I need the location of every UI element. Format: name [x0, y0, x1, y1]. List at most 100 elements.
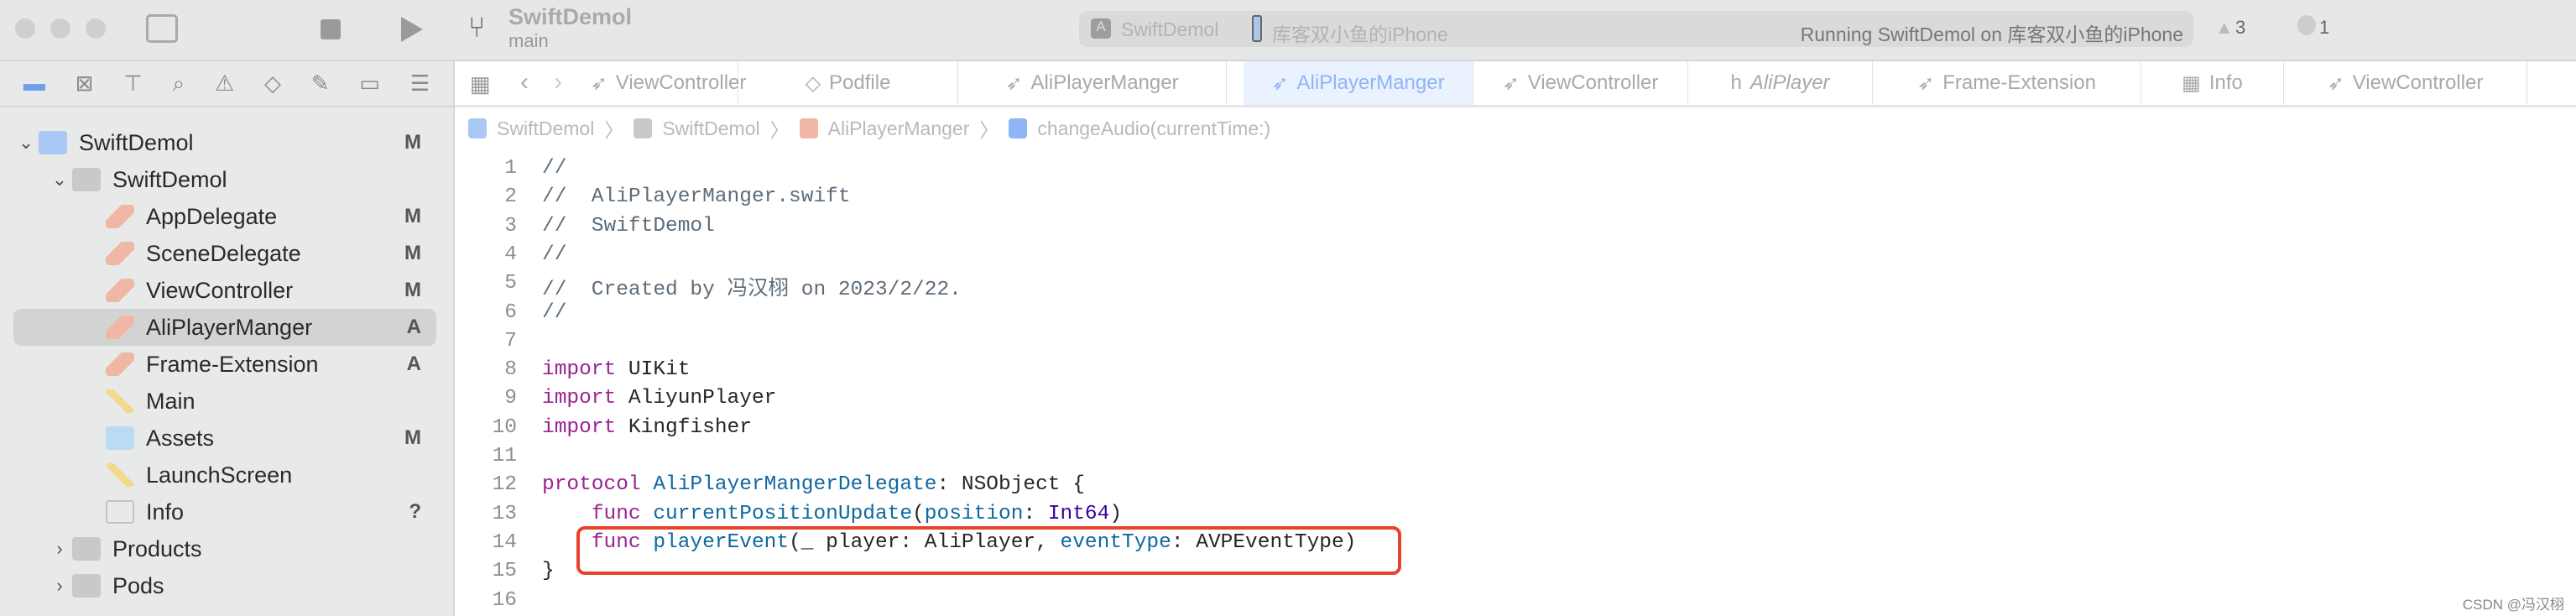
line-number: 6 [504, 300, 517, 324]
disclosure-chevron-icon[interactable]: ⌄ [47, 169, 72, 191]
disclosure-chevron-icon[interactable]: › [47, 538, 72, 560]
breadcrumb-item[interactable]: AliPlayerManger [828, 117, 970, 140]
swift-icon: ➶ [1917, 71, 1935, 95]
tab-viewcontroller[interactable]: ➶ ViewController [2284, 61, 2527, 105]
sidebar-item-products[interactable]: › Products [13, 530, 436, 567]
debug-icon[interactable]: ✎ [311, 70, 330, 97]
sidebar-item-aliplayermanger[interactable]: AliPlayerManger A [13, 309, 436, 346]
code-line[interactable]: import UIKit [542, 358, 690, 381]
test-icon[interactable]: ◇ [264, 70, 281, 97]
code-line[interactable]: // SwiftDemol [542, 215, 715, 238]
minimize-window-button[interactable] [50, 18, 70, 39]
code-line[interactable]: // [542, 243, 566, 266]
sidebar-item-swiftdemol[interactable]: ⌄ SwiftDemol [13, 161, 436, 198]
forward-button[interactable]: › [554, 68, 562, 97]
line-number: 12 [492, 473, 517, 497]
sidebar-item-frame-extension[interactable]: Frame-Extension A [13, 346, 436, 383]
sidebar-item-label: Assets [146, 425, 215, 451]
close-window-button[interactable] [15, 18, 35, 39]
line-number: 3 [504, 214, 517, 238]
tab-aliplayermanger[interactable]: ➶ AliPlayerManger [1244, 61, 1473, 105]
folder-icon[interactable]: ▬ [23, 70, 45, 97]
scheme-status-bar[interactable]: A SwiftDemol 库客双小鱼的iPhone Running SwiftD… [1079, 11, 2193, 47]
code-line[interactable]: protocol AliPlayerMangerDelegate: NSObje… [542, 473, 1085, 496]
scheme-name[interactable]: SwiftDemol [1121, 18, 1218, 41]
breakpoint-icon[interactable]: ▭ [359, 70, 380, 97]
branch-name: main [508, 30, 549, 51]
tab-label: AliPlayerManger [1296, 71, 1445, 94]
tab-aliplayermanger[interactable]: ➶ AliPlayerManger [958, 61, 1227, 105]
code-line[interactable]: } [542, 560, 555, 582]
app-icon [468, 118, 487, 138]
run-icon[interactable] [401, 17, 423, 42]
hierarchy-icon[interactable]: ⊤ [123, 70, 143, 97]
device-name[interactable]: 库客双小鱼的iPhone [1272, 18, 1448, 47]
code-line[interactable]: // [542, 157, 566, 180]
search-icon[interactable]: ⌕ [173, 70, 185, 97]
grid-icon[interactable]: ▦ [470, 71, 491, 97]
code-token: ) [1109, 502, 1123, 525]
sidebar-item-info[interactable]: Info? [13, 493, 436, 530]
sidebar-item-pods[interactable]: › Pods [13, 567, 436, 604]
status-badge: M [404, 242, 421, 264]
folder-icon [72, 537, 101, 561]
tab-info[interactable]: ▦ Info [2141, 61, 2284, 105]
ruby-icon: ◇ [805, 71, 821, 95]
breadcrumb-item[interactable]: SwiftDemol [497, 117, 594, 140]
swift-icon [106, 279, 134, 302]
swift-icon: ➶ [1005, 71, 1023, 95]
code-token: UIKit [616, 358, 691, 382]
sidebar-item-viewcontroller[interactable]: ViewController M [13, 272, 436, 309]
sidebar-item-launchscreen[interactable]: LaunchScreen [13, 457, 436, 493]
sidebar-item-label: AppDelegate [146, 203, 278, 229]
tab-label: Info [2208, 71, 2243, 94]
code-token: // Created by 冯汉栩 on 2023/2/22. [542, 279, 962, 302]
header-icon: h [1730, 71, 1742, 94]
tab-label: ViewController [2352, 71, 2484, 94]
sidebar-item-label: LaunchScreen [146, 462, 293, 488]
stop-icon[interactable] [321, 19, 341, 39]
status-badge: M [404, 131, 421, 154]
sidebar-item-main[interactable]: Main [13, 383, 436, 420]
source-control-icon[interactable]: ⊠ [76, 70, 94, 97]
error-icon[interactable] [2297, 15, 2316, 35]
disclosure-chevron-icon[interactable]: ⌄ [13, 132, 39, 154]
editor-tab-bar: ▦ ‹ › ➶ ViewController ◇ Podfile ➶ AliPlayerM… [455, 61, 2576, 107]
code-token: func [591, 502, 641, 525]
breadcrumb-item[interactable]: changeAudio(currentTime:) [1037, 117, 1270, 140]
status-badge: A [406, 352, 421, 375]
code-token: protocol [542, 473, 641, 497]
tab-viewcontroller[interactable]: ➶ ViewController [1473, 61, 1688, 105]
tab-frame-extension[interactable]: ➶ Frame-Extension [1873, 61, 2141, 105]
code-line[interactable]: func currentPositionUpdate(position: Int… [542, 503, 1122, 525]
code-line[interactable]: // [542, 301, 566, 324]
storyboard-icon [106, 463, 134, 487]
code-token: } [542, 560, 555, 583]
report-icon[interactable]: ☰ [410, 70, 430, 97]
line-number: 7 [504, 329, 517, 352]
breadcrumb-item[interactable]: SwiftDemol [662, 117, 759, 140]
disclosure-chevron-icon[interactable]: › [47, 575, 72, 597]
sidebar-item-swiftdemol[interactable]: ⌄ SwiftDemol M [13, 124, 436, 161]
sidebar-toggle-icon[interactable] [146, 14, 178, 43]
code-line[interactable]: import Kingfisher [542, 416, 752, 439]
warning-icon[interactable]: ▲ [2215, 17, 2234, 39]
back-button[interactable]: ‹ [520, 68, 529, 97]
code-line[interactable]: // AliPlayerManger.swift [542, 185, 851, 208]
code-line[interactable]: // Created by 冯汉栩 on 2023/2/22. [542, 272, 962, 301]
tab-aliplayer[interactable]: h AliPlayer [1688, 61, 1873, 105]
sidebar-item-assets[interactable]: Assets M [13, 420, 436, 457]
error-count[interactable]: 1 [2319, 17, 2329, 39]
sidebar-item-scenedelegate[interactable]: SceneDelegate M [13, 235, 436, 272]
warning-count[interactable]: 3 [2235, 17, 2245, 39]
tab-podfile[interactable]: ◇ Podfile [738, 61, 958, 105]
tab-viewcontroller[interactable]: ➶ ViewController [591, 61, 746, 105]
sidebar-item-appdelegate[interactable]: AppDelegate M [13, 198, 436, 235]
code-token: // [542, 157, 567, 180]
code-line[interactable]: import AliyunPlayer [542, 387, 776, 410]
zoom-window-button[interactable] [86, 18, 106, 39]
warning-icon[interactable]: ⚠ [215, 70, 234, 97]
highlight-box [576, 526, 1401, 575]
